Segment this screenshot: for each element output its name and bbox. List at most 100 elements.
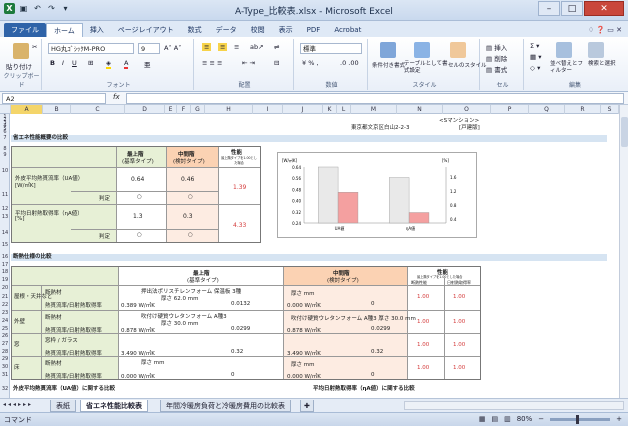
sheet-tab-cover[interactable]: 表紙 xyxy=(50,400,76,412)
phonetic-icon[interactable]: 亜 xyxy=(144,59,151,69)
maximize-button[interactable]: □ xyxy=(561,1,583,16)
grow-font-icon[interactable]: A˄ A˅ xyxy=(164,44,181,52)
row-header-12[interactable]: 12 xyxy=(0,206,10,212)
worksheet-grid[interactable]: <Sマンション> 東京都文京区白山2-2-3 [戸建版] 省エネ性能概要の比較 … xyxy=(11,114,619,398)
cell-styles-button[interactable]: セルのスタイル xyxy=(448,61,487,69)
row-header-21[interactable]: 21 xyxy=(0,294,10,300)
col-header-a[interactable]: A xyxy=(11,105,43,114)
new-sheet-icon[interactable]: ✚ xyxy=(300,400,314,412)
row-header-13[interactable]: 13 xyxy=(0,214,10,220)
col-header-q[interactable]: Q xyxy=(529,105,565,114)
delete-cells-button[interactable]: ▤ 削除 xyxy=(486,53,507,63)
sort-filter-button[interactable]: 並べ替えとフィルター xyxy=(550,61,586,75)
col-header-s[interactable]: S xyxy=(601,105,619,114)
clear-icon[interactable]: ◇ ▾ xyxy=(530,64,540,72)
help-icon[interactable]: ♢ ❓ ▭ ✕ xyxy=(588,23,622,37)
find-select-button[interactable]: 検索と選択 xyxy=(588,61,620,68)
paste-button[interactable]: 貼り付け xyxy=(6,61,32,71)
conditional-format-icon[interactable] xyxy=(380,42,396,58)
row-header-28[interactable]: 28 xyxy=(0,349,10,355)
paste-icon[interactable] xyxy=(13,43,29,59)
cut-icon[interactable]: ✂ xyxy=(32,43,37,51)
row-header-27[interactable]: 27 xyxy=(0,341,10,347)
vertical-scrollbar[interactable] xyxy=(619,105,628,398)
col-header-r[interactable]: R xyxy=(565,105,601,114)
row-header-31[interactable]: 31 xyxy=(0,372,10,378)
border-icon[interactable]: ⊞ xyxy=(88,59,93,67)
col-header-i[interactable]: I xyxy=(253,105,283,114)
zoom-in-icon[interactable]: + xyxy=(616,415,622,423)
format-table-icon[interactable] xyxy=(414,42,430,58)
comparison-chart[interactable]: 0.64 0.56 0.48 0.40 0.32 0.24 1.6 1.2 0.8 0.4 [W/㎡… xyxy=(277,152,477,238)
find-select-icon[interactable] xyxy=(588,42,604,58)
tab-acrobat[interactable]: Acrobat xyxy=(327,23,368,37)
tab-view[interactable]: 表示 xyxy=(272,23,300,37)
fx-icon[interactable]: fx xyxy=(113,93,120,101)
col-header-b[interactable]: B xyxy=(43,105,71,114)
col-header-g[interactable]: G xyxy=(191,105,205,114)
normal-view-icon[interactable]: ▦ xyxy=(479,415,486,423)
col-header-e[interactable]: E xyxy=(165,105,177,114)
format-cells-button[interactable]: ▤ 書式 xyxy=(486,64,507,74)
page-layout-icon[interactable]: ▤ xyxy=(491,415,498,423)
autosum-icon[interactable]: Σ ▾ xyxy=(530,42,539,50)
align-left-icon[interactable]: ≡ ≡ ≡ xyxy=(202,59,222,67)
zoom-out-icon[interactable]: − xyxy=(538,415,544,423)
row-header-30[interactable]: 30 xyxy=(0,364,10,370)
row-header-22[interactable]: 22 xyxy=(0,302,10,308)
row-header-17[interactable]: 17 xyxy=(0,262,10,268)
col-header-n[interactable]: N xyxy=(397,105,443,114)
row-header-26[interactable]: 26 xyxy=(0,333,10,339)
font-color-icon[interactable]: A xyxy=(124,59,129,69)
tab-pdf[interactable]: PDF xyxy=(300,23,328,37)
col-header-k[interactable]: K xyxy=(323,105,337,114)
col-header-l[interactable]: L xyxy=(337,105,351,114)
currency-icon[interactable]: ¥ % , xyxy=(302,59,319,67)
bold-button[interactable]: B xyxy=(50,59,55,67)
fill-icon[interactable]: ▦ ▾ xyxy=(530,53,541,61)
underline-button[interactable]: U xyxy=(72,59,77,67)
align-bottom-icon[interactable]: ≡ xyxy=(234,43,239,51)
number-format-select[interactable]: 標準 xyxy=(300,43,362,54)
sheet-nav-arrows[interactable]: ◂◂◂▸▸▸ xyxy=(3,401,33,408)
col-header-d[interactable]: D xyxy=(125,105,165,114)
align-top-icon[interactable]: ≡ xyxy=(202,43,212,51)
row-header-24[interactable]: 24 xyxy=(0,318,10,324)
sheet-tab-annual[interactable]: 年間冷暖房負荷と冷暖房費用の比較表 xyxy=(160,400,291,412)
formula-input[interactable] xyxy=(126,93,624,104)
col-header-m[interactable]: M xyxy=(351,105,397,114)
zoom-level[interactable]: 80% xyxy=(517,415,533,423)
fill-color-icon[interactable]: ◈ xyxy=(106,59,111,69)
row-header-20[interactable]: 20 xyxy=(0,285,10,291)
page-break-icon[interactable]: ▥ xyxy=(504,415,511,423)
cell-styles-icon[interactable] xyxy=(450,42,466,58)
align-middle-icon[interactable]: ≡ xyxy=(218,43,228,51)
tab-insert[interactable]: 挿入 xyxy=(83,23,111,37)
font-size-select[interactable]: 9 xyxy=(138,43,160,54)
row-header-19[interactable]: 19 xyxy=(0,277,10,283)
name-box[interactable]: A2 xyxy=(2,93,106,104)
wrap-text-icon[interactable]: ⇌ xyxy=(274,43,279,51)
row-header-32[interactable]: 32 xyxy=(0,386,10,392)
sort-filter-icon[interactable] xyxy=(556,42,572,58)
col-header-o[interactable]: O xyxy=(443,105,491,114)
tab-page-layout[interactable]: ページレイアウト xyxy=(111,23,181,37)
row-header-23[interactable]: 23 xyxy=(0,310,10,316)
col-header-p[interactable]: P xyxy=(491,105,529,114)
row-header-18[interactable]: 18 xyxy=(0,269,10,275)
format-table-button[interactable]: テーブルとして書式設定 xyxy=(404,61,448,75)
orientation-icon[interactable]: ab↗ xyxy=(250,43,264,51)
font-name-select[interactable]: HG丸ｺﾞｼｯｸM-PRO xyxy=(48,43,134,54)
row-header-7[interactable]: 7 xyxy=(0,135,10,141)
minimize-button[interactable]: – xyxy=(538,1,560,16)
sheet-tab-energy[interactable]: 省エネ性能比較表 xyxy=(80,400,148,412)
tab-home[interactable]: ホーム xyxy=(46,23,83,37)
row-header-15[interactable]: 15 xyxy=(0,242,10,248)
row-header-11[interactable]: 11 xyxy=(0,192,10,198)
conditional-format-button[interactable]: 条件付き書式 xyxy=(372,61,405,69)
merge-icon[interactable]: ⊟ xyxy=(274,59,279,67)
close-button[interactable]: ✕ xyxy=(584,1,624,16)
italic-button[interactable]: I xyxy=(62,59,64,67)
tab-data[interactable]: データ xyxy=(209,23,244,37)
row-header-29[interactable]: 29 xyxy=(0,356,10,362)
